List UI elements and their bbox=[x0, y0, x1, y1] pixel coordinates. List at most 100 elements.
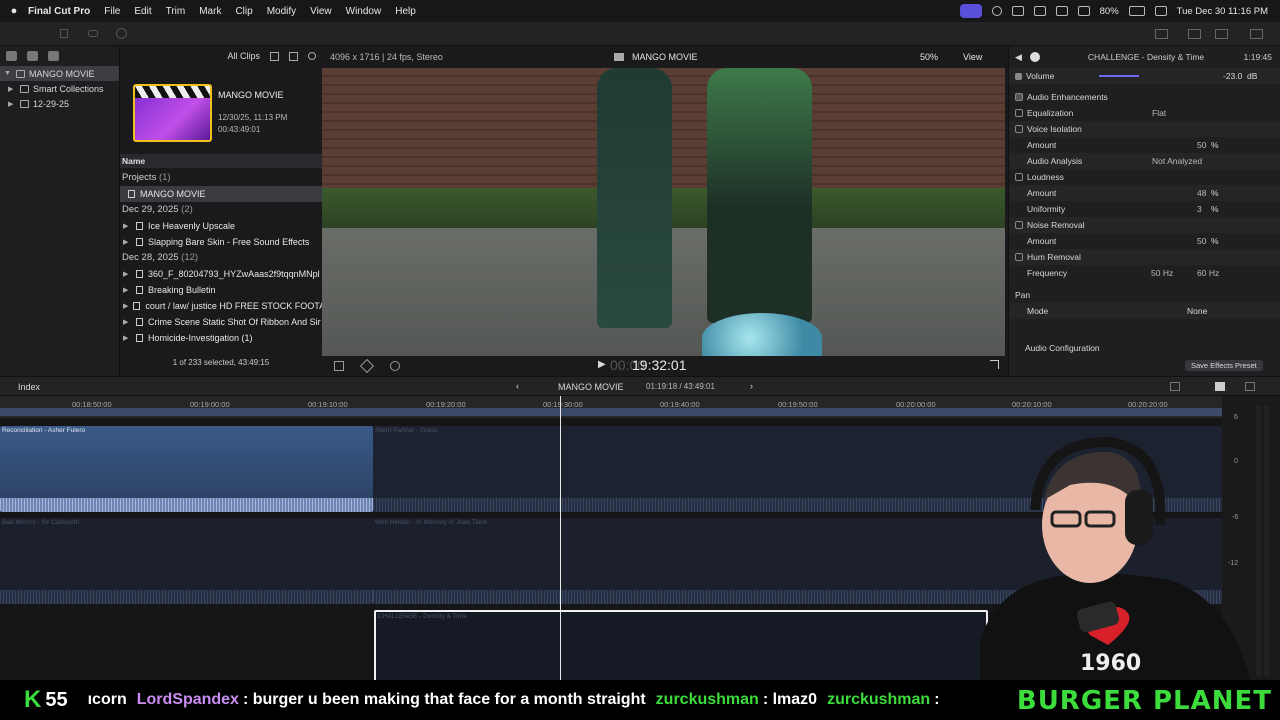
disclosure-right-icon[interactable]: ▶ bbox=[123, 222, 131, 230]
row-value[interactable]: Not Analyzed bbox=[1152, 156, 1202, 166]
timeline-ruler[interactable]: 00:18:50:00 00:19:00:00 00:19:10:00 00:1… bbox=[0, 396, 1222, 418]
zoom-dropdown[interactable]: 50% bbox=[920, 52, 938, 62]
search-icon[interactable] bbox=[308, 52, 316, 60]
library-item-smart-collections[interactable]: ▶ Smart Collections bbox=[0, 81, 119, 96]
display-icon[interactable] bbox=[1033, 6, 1046, 16]
library-item-mango-movie[interactable]: ▼ MANGO MOVIE bbox=[0, 66, 119, 81]
filmstrip-icon[interactable] bbox=[289, 51, 298, 61]
export-icon[interactable] bbox=[1250, 29, 1263, 39]
volume-icon[interactable] bbox=[1011, 6, 1024, 16]
volume-keyframe-icon[interactable] bbox=[1015, 72, 1022, 80]
library-item-event[interactable]: ▶ 12-29-25 bbox=[0, 96, 119, 111]
disclosure-right-icon[interactable]: ▶ bbox=[8, 85, 16, 93]
volume-slider[interactable] bbox=[1099, 75, 1139, 77]
trim-tool-icon[interactable] bbox=[359, 358, 375, 374]
record-icon[interactable] bbox=[991, 6, 1002, 16]
row-value[interactable]: Flat bbox=[1152, 108, 1166, 118]
wifi-icon[interactable] bbox=[1077, 6, 1090, 16]
section-header[interactable]: Audio Enhancements bbox=[1009, 89, 1280, 105]
row-value[interactable]: 50 bbox=[1197, 140, 1206, 150]
selected-audio-clip[interactable]: CHALLENGE - Density & Time bbox=[374, 610, 988, 682]
layout-icon[interactable] bbox=[1155, 29, 1168, 39]
pan-mode-dropdown[interactable]: None bbox=[1187, 306, 1207, 316]
list-item[interactable]: ▶ Breaking Bulletin bbox=[120, 282, 322, 298]
audio-skimming-icon[interactable] bbox=[1170, 382, 1180, 391]
clip-appearance-icon[interactable] bbox=[1215, 382, 1225, 391]
disclosure-right-icon[interactable]: ▶ bbox=[123, 286, 131, 294]
enhancement-checkbox[interactable] bbox=[1015, 173, 1023, 181]
import-icon[interactable] bbox=[60, 29, 68, 38]
row-value[interactable]: 50 bbox=[1197, 236, 1206, 246]
clip-filter-dropdown[interactable]: All Clips bbox=[227, 51, 260, 61]
enhancement-checkbox[interactable] bbox=[1015, 221, 1023, 229]
apple-menu-icon[interactable]: ● bbox=[0, 5, 28, 17]
disclosure-right-icon[interactable]: ▶ bbox=[123, 302, 128, 310]
enhancement-checkbox[interactable] bbox=[1015, 109, 1023, 117]
forward-arrow-icon[interactable]: › bbox=[750, 381, 753, 391]
background-tasks-icon[interactable] bbox=[116, 28, 127, 39]
list-item[interactable]: MANGO MOVIE bbox=[120, 186, 322, 202]
disclosure-right-icon[interactable]: ▶ bbox=[8, 100, 16, 108]
list-item[interactable]: ▶ Ice Heavenly Upscale bbox=[120, 218, 322, 234]
back-arrow-icon[interactable]: ‹ bbox=[516, 381, 519, 391]
timecode-display[interactable]: 19:32:01 bbox=[632, 357, 687, 373]
project-thumbnail[interactable] bbox=[133, 84, 212, 142]
disclosure-right-icon[interactable]: ▶ bbox=[123, 318, 131, 326]
disclosure-down-icon[interactable]: ▼ bbox=[4, 70, 12, 77]
row-value[interactable]: 50 Hz bbox=[1151, 268, 1173, 278]
info-icon[interactable] bbox=[1029, 52, 1040, 62]
menu-clip[interactable]: Clip bbox=[235, 6, 252, 17]
play-button[interactable]: ▶ bbox=[598, 359, 606, 370]
enhancement-checkbox[interactable] bbox=[1015, 125, 1023, 133]
disclosure-right-icon[interactable]: ▶ bbox=[123, 334, 131, 342]
timeline-project[interactable]: MANGO MOVIE bbox=[558, 382, 624, 392]
menu-modify[interactable]: Modify bbox=[267, 6, 296, 17]
keyword-icon[interactable] bbox=[88, 30, 98, 37]
menu-mark[interactable]: Mark bbox=[199, 6, 221, 17]
video-frame[interactable] bbox=[322, 68, 1005, 356]
audio-config-label[interactable]: Audio Configuration bbox=[1025, 343, 1100, 353]
speaker-icon[interactable]: ◀ bbox=[1015, 52, 1022, 63]
enhancement-checkbox[interactable] bbox=[1015, 253, 1023, 261]
menu-help[interactable]: Help bbox=[395, 6, 416, 17]
share-icon[interactable] bbox=[1188, 29, 1201, 39]
bluetooth-icon[interactable] bbox=[1055, 6, 1068, 16]
disclosure-right-icon[interactable]: ▶ bbox=[123, 238, 131, 246]
index-button[interactable]: Index bbox=[18, 382, 40, 392]
screen-share-icon[interactable] bbox=[959, 4, 982, 18]
volume-value[interactable]: -23.0 bbox=[1223, 71, 1242, 81]
photos-icon[interactable] bbox=[27, 51, 38, 61]
name-column-header[interactable]: Name bbox=[120, 154, 322, 168]
list-item[interactable]: ▶ Homicide-Investigation (1) bbox=[120, 330, 322, 346]
row-value-2[interactable]: 60 Hz bbox=[1197, 268, 1219, 278]
list-item[interactable]: ▶ court / law/ justice HD FREE STOCK FOOT… bbox=[120, 298, 322, 314]
menu-edit[interactable]: Edit bbox=[134, 6, 151, 17]
app-menu[interactable]: Final Cut Pro bbox=[28, 6, 90, 17]
inspector-toggle-icon[interactable] bbox=[1215, 29, 1228, 39]
section-checkbox[interactable] bbox=[1015, 93, 1023, 101]
fullscreen-icon[interactable] bbox=[990, 360, 999, 369]
menu-trim[interactable]: Trim bbox=[166, 6, 186, 17]
save-effects-preset-button[interactable]: Save Effects Preset bbox=[1185, 360, 1263, 371]
titles-icon[interactable] bbox=[48, 51, 59, 61]
timeline-toolbar: Index ‹ MANGO MOVIE 01:19:18 / 43:49:01 … bbox=[0, 376, 1280, 396]
playhead[interactable] bbox=[560, 396, 561, 680]
row-value[interactable]: 3 bbox=[1197, 204, 1202, 214]
list-item[interactable]: ▶ Slapping Bare Skin - Free Sound Effects bbox=[120, 234, 322, 250]
menu-view[interactable]: View bbox=[310, 6, 332, 17]
libraries-icon[interactable] bbox=[6, 51, 17, 61]
disclosure-right-icon[interactable]: ▶ bbox=[123, 270, 131, 278]
audio-clip[interactable]: Bad Mirrors - Sir Cubworth bbox=[0, 518, 373, 604]
effects-browser-icon[interactable] bbox=[1245, 382, 1255, 391]
menu-file[interactable]: File bbox=[104, 6, 120, 17]
list-item[interactable]: ▶ Crime Scene Static Shot Of Ribbon And S… bbox=[120, 314, 322, 330]
speed-icon[interactable] bbox=[390, 361, 400, 371]
row-value[interactable]: 48 bbox=[1197, 188, 1206, 198]
transform-icon[interactable] bbox=[334, 361, 344, 371]
list-item[interactable]: ▶ 360_F_80204793_HYZwAaas2f9tqqnMNpl bbox=[120, 266, 322, 282]
view-dropdown[interactable]: View bbox=[963, 52, 982, 62]
list-view-icon[interactable] bbox=[270, 51, 279, 61]
audio-clip[interactable]: Reconciliation - Asher Fulero bbox=[0, 426, 373, 512]
search-icon[interactable] bbox=[1154, 6, 1167, 16]
menu-window[interactable]: Window bbox=[346, 6, 382, 17]
